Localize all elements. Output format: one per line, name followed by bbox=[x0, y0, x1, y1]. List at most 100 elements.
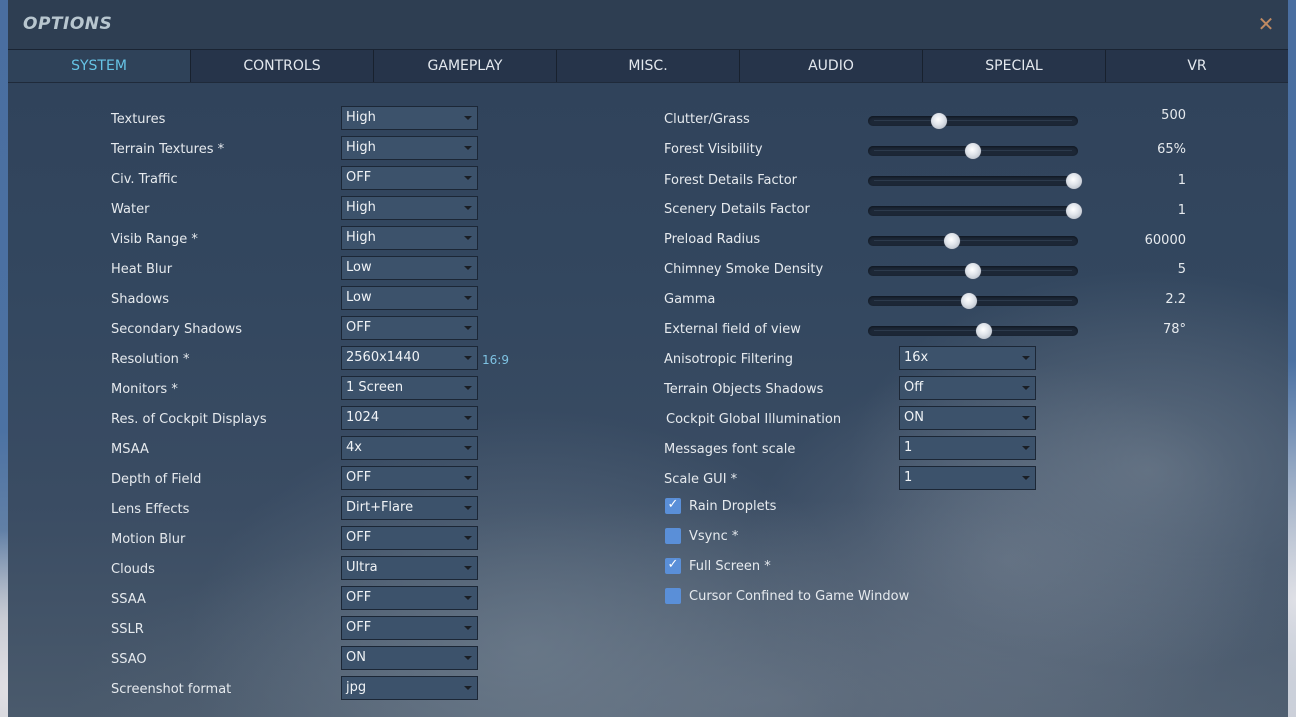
dropdown-value: Low bbox=[346, 290, 372, 305]
window-title: OPTIONS bbox=[23, 14, 113, 34]
checkmark-icon: ✓ bbox=[667, 497, 679, 512]
checkmark-icon: ✓ bbox=[667, 557, 679, 572]
tab-system[interactable]: SYSTEM bbox=[8, 50, 191, 82]
chevron-down-icon bbox=[1022, 476, 1030, 480]
slider-thumb[interactable] bbox=[1065, 203, 1082, 219]
dropdown-value: High bbox=[346, 200, 376, 215]
title-bar: OPTIONS ✕ bbox=[8, 0, 1288, 50]
dropdown-value: 2560x1440 bbox=[346, 350, 420, 365]
dropdown-water[interactable]: High bbox=[341, 196, 478, 220]
dropdown-resolution[interactable]: 2560x1440 bbox=[341, 346, 478, 370]
slider-preload-radius[interactable] bbox=[868, 233, 1078, 249]
slider-external-field-of-view[interactable] bbox=[868, 323, 1078, 339]
dropdown-anisotropic-filtering[interactable]: 16x bbox=[899, 346, 1036, 370]
dropdown-depth-of-field[interactable]: OFF bbox=[341, 466, 478, 490]
dropdown-value: OFF bbox=[346, 320, 372, 335]
label-lens-effects: Lens Effects bbox=[111, 502, 190, 517]
chevron-down-icon bbox=[464, 146, 472, 150]
dropdown-res-of-cockpit-displays[interactable]: 1024 bbox=[341, 406, 478, 430]
dropdown-msaa[interactable]: 4x bbox=[341, 436, 478, 460]
chevron-down-icon bbox=[1022, 446, 1030, 450]
slider-gamma[interactable] bbox=[868, 293, 1078, 309]
dropdown-scale-gui[interactable]: 1 bbox=[899, 466, 1036, 490]
checkbox-cursor-confined-to-game-window[interactable] bbox=[665, 588, 681, 604]
slider-scenery-details-factor[interactable] bbox=[868, 203, 1082, 219]
dropdown-value: ON bbox=[904, 410, 924, 425]
dropdown-value: High bbox=[346, 110, 376, 125]
label-monitors: Monitors * bbox=[111, 382, 178, 397]
chevron-down-icon bbox=[464, 476, 472, 480]
checkbox-rain-droplets[interactable]: ✓ bbox=[665, 497, 681, 514]
label-depth-of-field: Depth of Field bbox=[111, 472, 202, 487]
slider-forest-visibility[interactable] bbox=[868, 143, 1078, 159]
dropdown-value: High bbox=[346, 140, 376, 155]
tab-special[interactable]: SPECIAL bbox=[923, 50, 1106, 82]
dropdown-lens-effects[interactable]: Dirt+Flare bbox=[341, 496, 478, 520]
chevron-down-icon bbox=[1022, 356, 1030, 360]
chevron-down-icon bbox=[1022, 416, 1030, 420]
slider-value-preload-radius: 60000 bbox=[1144, 233, 1186, 248]
dropdown-shadows[interactable]: Low bbox=[341, 286, 478, 310]
dropdown-textures[interactable]: High bbox=[341, 106, 478, 130]
label-textures: Textures bbox=[111, 112, 166, 127]
dropdown-value: Low bbox=[346, 260, 372, 275]
label-shadows: Shadows bbox=[111, 292, 170, 307]
chevron-down-icon bbox=[464, 296, 472, 300]
label-screenshot-format: Screenshot format bbox=[111, 682, 232, 697]
tab-controls[interactable]: CONTROLS bbox=[191, 50, 374, 82]
dropdown-sslr[interactable]: OFF bbox=[341, 616, 478, 640]
label-clutter-grass: Clutter/Grass bbox=[664, 112, 750, 127]
chevron-down-icon bbox=[464, 236, 472, 240]
slider-thumb[interactable] bbox=[931, 113, 948, 129]
dropdown-ssaa[interactable]: OFF bbox=[341, 586, 478, 610]
dropdown-secondary-shadows[interactable]: OFF bbox=[341, 316, 478, 340]
slider-clutter-grass[interactable] bbox=[868, 113, 1078, 129]
tab-audio[interactable]: AUDIO bbox=[740, 50, 923, 82]
close-icon[interactable]: ✕ bbox=[1256, 14, 1276, 34]
dropdown-clouds[interactable]: Ultra bbox=[341, 556, 478, 580]
slider-thumb[interactable] bbox=[960, 293, 977, 309]
chevron-down-icon bbox=[464, 386, 472, 390]
dropdown-monitors[interactable]: 1 Screen bbox=[341, 376, 478, 400]
dropdown-cockpit-global-illumination[interactable]: ON bbox=[899, 406, 1036, 430]
checkbox-label-rain-droplets[interactable]: Rain Droplets bbox=[689, 499, 776, 514]
slider-thumb[interactable] bbox=[965, 143, 981, 159]
dropdown-value: High bbox=[346, 230, 376, 245]
checkbox-label-vsync[interactable]: Vsync * bbox=[689, 529, 738, 544]
label-msaa: MSAA bbox=[111, 442, 149, 457]
slider-track-line bbox=[874, 180, 1072, 181]
dropdown-value: Ultra bbox=[346, 560, 378, 575]
tab-vr[interactable]: VR bbox=[1106, 50, 1288, 82]
dropdown-terrain-objects-shadows[interactable]: Off bbox=[899, 376, 1036, 400]
dropdown-terrain-textures[interactable]: High bbox=[341, 136, 478, 160]
dropdown-value: OFF bbox=[346, 620, 372, 635]
slider-thumb[interactable] bbox=[944, 233, 960, 249]
slider-thumb[interactable] bbox=[1065, 173, 1082, 189]
slider-chimney-smoke-density[interactable] bbox=[868, 263, 1078, 279]
slider-thumb[interactable] bbox=[975, 323, 992, 339]
checkbox-vsync[interactable] bbox=[665, 528, 681, 544]
chevron-down-icon bbox=[1022, 386, 1030, 390]
label-clouds: Clouds bbox=[111, 562, 155, 577]
checkbox-label-cursor-confined-to-game-window[interactable]: Cursor Confined to Game Window bbox=[689, 589, 909, 604]
label-terrain-textures: Terrain Textures * bbox=[111, 142, 225, 157]
dropdown-screenshot-format[interactable]: jpg bbox=[341, 676, 478, 700]
dropdown-value: 1 bbox=[904, 470, 913, 485]
dropdown-heat-blur[interactable]: Low bbox=[341, 256, 478, 280]
dropdown-visib-range[interactable]: High bbox=[341, 226, 478, 250]
checkbox-full-screen[interactable]: ✓ bbox=[665, 557, 681, 574]
tab-misc[interactable]: MISC. bbox=[557, 50, 740, 82]
slider-thumb[interactable] bbox=[965, 263, 981, 279]
chevron-down-icon bbox=[464, 506, 472, 510]
label-ssaa: SSAA bbox=[111, 592, 146, 607]
label-preload-radius: Preload Radius bbox=[664, 232, 761, 247]
dropdown-civ-traffic[interactable]: OFF bbox=[341, 166, 478, 190]
checkbox-label-full-screen[interactable]: Full Screen * bbox=[689, 559, 771, 574]
label-secondary-shadows: Secondary Shadows bbox=[111, 322, 243, 337]
tab-gameplay[interactable]: GAMEPLAY bbox=[374, 50, 557, 82]
label-cockpit-global-illumination: Cockpit Global Illumination bbox=[666, 412, 842, 427]
dropdown-messages-font-scale[interactable]: 1 bbox=[899, 436, 1036, 460]
slider-forest-details-factor[interactable] bbox=[868, 173, 1082, 189]
dropdown-ssao[interactable]: ON bbox=[341, 646, 478, 670]
dropdown-motion-blur[interactable]: OFF bbox=[341, 526, 478, 550]
